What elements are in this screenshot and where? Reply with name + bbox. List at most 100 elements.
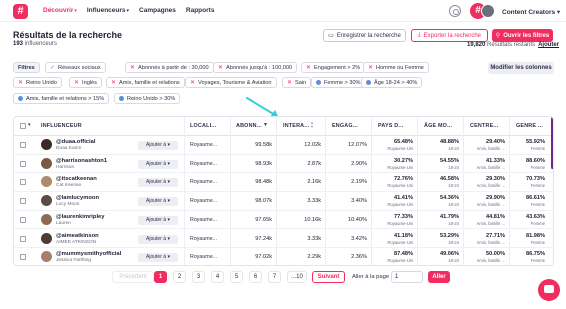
table-row[interactable]: @aimeatkinson AIMEE ATKINSON Ajouter à ▾ Ro… <box>14 230 553 248</box>
page-button-3[interactable]: 3 <box>192 271 205 283</box>
filter-chip[interactable]: ✕ Abonnés à partir de : 30,000 <box>125 62 214 73</box>
table-row[interactable]: @itscatkeenan Cat Keenan Ajouter à ▾ Royaum… <box>14 173 553 192</box>
table-row[interactable]: @mummysmithyofficial Jessica Farthing Ajou… <box>14 248 553 265</box>
filter-chip[interactable]: Âge 18-24 > 40% <box>361 77 423 88</box>
add-results-link[interactable]: Ajouter <box>538 42 559 48</box>
chevron-down-icon: ▾ <box>167 142 170 148</box>
page-button-2[interactable]: 2 <box>173 271 186 283</box>
age-pct-cell: 46.58% <box>440 176 459 183</box>
filter-chip[interactable]: Amis, famille et relations > 15% <box>13 93 110 104</box>
influencer-name: Duaa Karim <box>56 146 82 151</box>
chat-bubble-icon[interactable] <box>538 279 560 301</box>
brand-logo[interactable]: # <box>13 4 28 19</box>
modify-columns-button[interactable]: Modifier les colonnes <box>488 62 554 74</box>
avatar[interactable] <box>41 195 52 207</box>
avatar[interactable] <box>41 232 52 244</box>
filter-chip[interactable]: ✕ Voyages, Tourisme & Aviation <box>185 77 277 88</box>
column-header-engagement[interactable]: ENGAG... <box>332 123 358 129</box>
table-row[interactable]: @lamlucymoon Lucy Moon Ajouter à ▾ Royaume.… <box>14 192 553 211</box>
column-header-gender[interactable]: GENRE ... <box>516 123 543 129</box>
table-row[interactable]: @laurenkimripley Lauren Ajouter à ▾ Royaume… <box>14 211 553 230</box>
gender-label: Femme <box>530 258 545 264</box>
gear-icon[interactable] <box>449 5 461 17</box>
filter-chip[interactable]: ✕ Abonnés jusqu'à : 100,000 <box>213 62 298 73</box>
avatar[interactable] <box>41 139 52 150</box>
goto-page-button[interactable]: Aller <box>428 271 450 283</box>
influencer-handle[interactable]: @harrisonashton1 <box>56 158 107 164</box>
previous-page-button[interactable]: Précédent <box>112 271 154 283</box>
column-header-followers[interactable]: ABONN... <box>236 123 262 129</box>
table-row[interactable]: @duaa.official Duaa Karim Ajouter à ▾ Royau… <box>14 136 553 155</box>
chip-label: Voyages, Tourisme & Aviation <box>198 79 272 86</box>
avatar[interactable] <box>41 251 52 263</box>
add-to-list-button[interactable]: Ajouter à ▾ <box>138 253 178 263</box>
filter-chip[interactable]: ✕ Inglés <box>69 77 102 88</box>
row-checkbox[interactable] <box>20 160 26 167</box>
avatar[interactable] <box>41 157 52 169</box>
workspace-switcher[interactable]: Content Creators ▾ <box>502 8 560 16</box>
filter-chip[interactable]: ✕ Sain <box>282 77 312 88</box>
row-checkbox[interactable] <box>20 179 26 186</box>
influencer-handle[interactable]: @duaa.official <box>56 139 95 145</box>
row-checkbox[interactable] <box>20 254 26 261</box>
influencer-handle[interactable]: @itscatkeenan <box>56 176 97 182</box>
export-search-button[interactable]: ⤓ Exporter la recherche <box>411 29 488 42</box>
account-avatars[interactable]: # <box>470 3 498 19</box>
save-search-button[interactable]: ▭ Enregistrer la recherche <box>323 29 406 42</box>
table-row[interactable]: @harrisonashton1 Harrison Ajouter à ▾ Royau… <box>14 155 553 174</box>
filter-chip[interactable]: ✕ Amis, famille et relations <box>106 77 185 88</box>
add-to-list-button[interactable]: Ajouter à ▾ <box>138 141 178 150</box>
filter-chip[interactable]: ✕ Reino Unido <box>13 77 62 88</box>
page-button-1[interactable]: 1 <box>154 271 167 283</box>
page-button-7[interactable]: 7 <box>268 271 281 283</box>
avatar[interactable] <box>41 176 52 188</box>
page-button-6[interactable]: 6 <box>249 271 262 283</box>
sort-icon[interactable]: ▲ ▼ <box>310 121 314 129</box>
filter-chip[interactable]: ✕ Homme ou Femme <box>363 62 429 73</box>
row-checkbox[interactable] <box>20 235 26 242</box>
filter-chip[interactable]: ✕ Engagement > 2% <box>301 62 366 73</box>
column-header-influencer[interactable]: INFLUENCEUR <box>41 123 82 129</box>
column-header-interactions[interactable]: INTERA... <box>283 123 309 129</box>
next-page-button[interactable]: Suivant <box>312 271 345 283</box>
add-to-list-button[interactable]: Ajouter à ▾ <box>138 197 178 207</box>
add-to-list-button[interactable]: Ajouter à ▾ <box>138 215 178 225</box>
nav-item-campaigns[interactable]: Campagnes <box>139 7 176 14</box>
column-header-country[interactable]: PAYS D... <box>378 123 403 129</box>
column-header-interests[interactable]: CENTRE... <box>470 123 498 129</box>
chip-label: Réseaux sociaux <box>58 64 101 71</box>
add-to-list-button[interactable]: Ajouter à ▾ <box>138 178 178 188</box>
nav-item-influencers[interactable]: Influenceurs▾ <box>87 7 129 14</box>
row-checkbox[interactable] <box>20 216 26 223</box>
table-scrollbar[interactable] <box>551 117 553 169</box>
nav-item-reports[interactable]: Rapports <box>186 7 215 14</box>
row-checkbox[interactable] <box>20 142 26 148</box>
influencer-handle[interactable]: @lamlucymoon <box>56 195 99 201</box>
influencer-handle[interactable]: @laurenkimripley <box>56 214 105 220</box>
goto-page-input[interactable]: 1 <box>391 271 423 283</box>
influencer-handle[interactable]: @mummysmithyofficial <box>56 251 121 257</box>
sort-desc-icon[interactable]: ▼ <box>263 122 268 128</box>
column-header-location[interactable]: LOCALI... <box>190 123 216 129</box>
page-button-4[interactable]: 4 <box>211 271 224 283</box>
add-to-list-button[interactable]: Ajouter à ▾ <box>138 159 178 169</box>
gender-label: Femme <box>530 239 545 245</box>
chevron-down-icon[interactable]: ▾ <box>28 122 31 128</box>
filters-toggle[interactable]: Filtres <box>13 62 40 73</box>
select-all-checkbox[interactable] <box>20 123 26 129</box>
influencer-handle[interactable]: @aimeatkinson <box>56 233 99 239</box>
add-to-list-button[interactable]: Ajouter à ▾ <box>138 234 178 244</box>
filter-chip[interactable]: ✓ Réseaux sociaux <box>45 62 106 73</box>
page-button-5[interactable]: 5 <box>230 271 243 283</box>
row-checkbox[interactable] <box>20 198 26 205</box>
open-filters-button[interactable]: ⚲ Ouvrir les filtres <box>492 29 553 42</box>
result-count-value: 193 <box>13 41 24 47</box>
nav-item-discover[interactable]: Découvrir▾ <box>43 7 77 14</box>
column-header-age[interactable]: ÂGE MO... <box>424 123 452 129</box>
avatar[interactable] <box>41 213 52 225</box>
page-button-last[interactable]: ...10 <box>287 271 307 283</box>
filter-chip[interactable]: Femme > 30% <box>311 77 366 88</box>
interest-label: Amis, famille ... <box>476 164 505 170</box>
filter-chip[interactable]: Reino Unido > 30% <box>114 93 181 104</box>
result-count-label: influenceurs <box>24 41 58 47</box>
